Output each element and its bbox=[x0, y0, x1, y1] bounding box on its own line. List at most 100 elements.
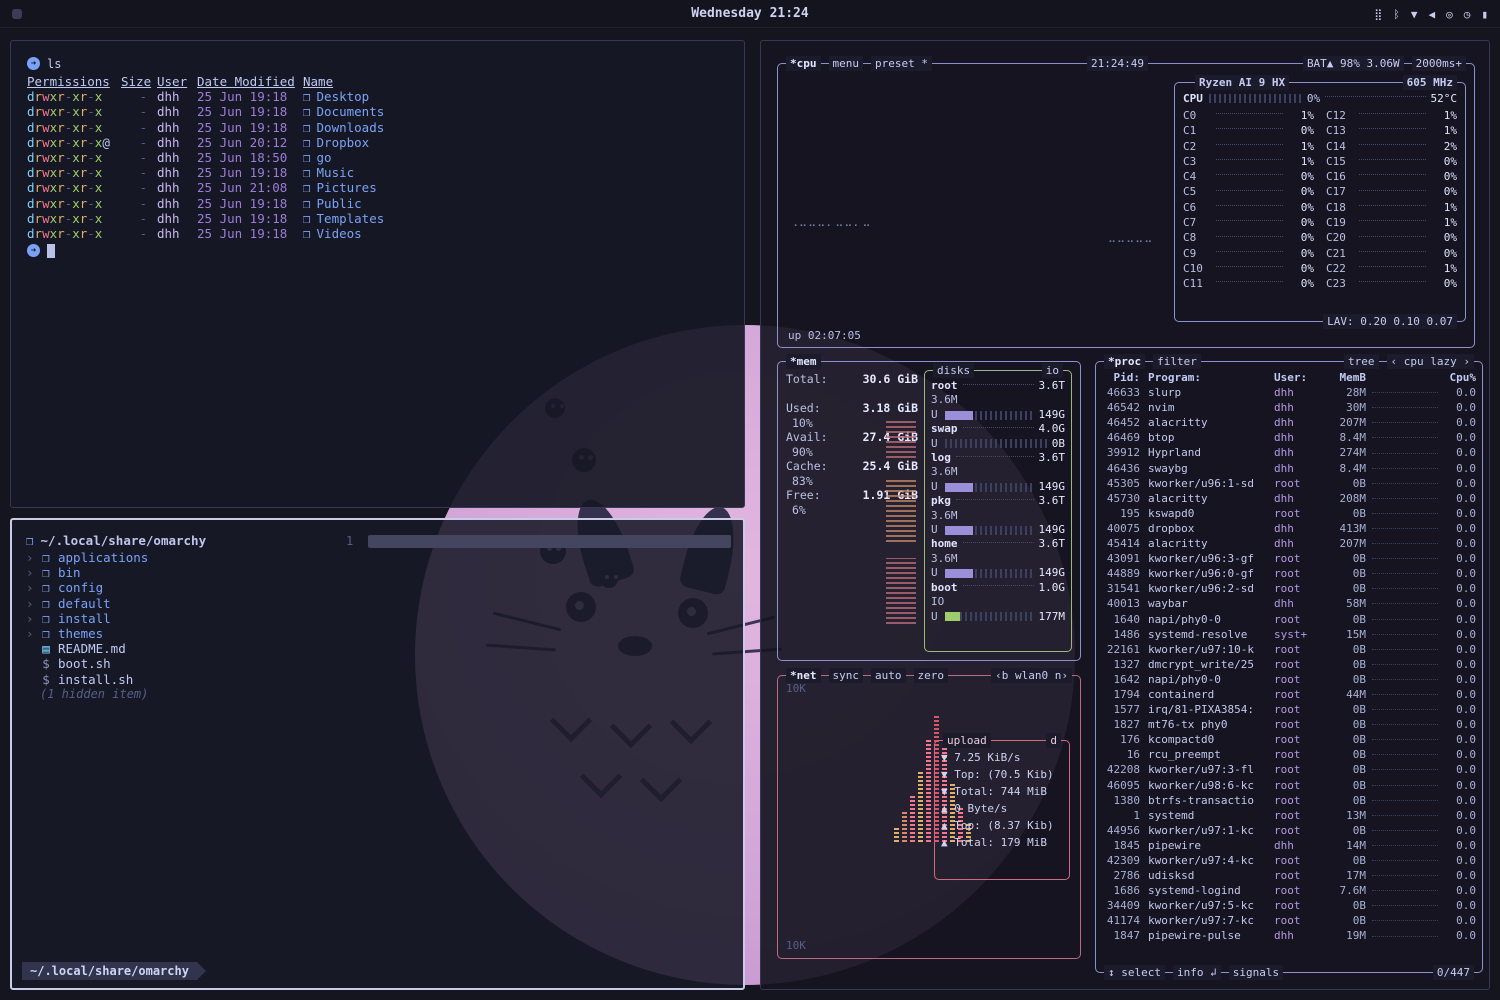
list-item[interactable]: › ❒ themes dir bbox=[26, 626, 729, 641]
proc-cpu-graph bbox=[1372, 513, 1438, 514]
list-item[interactable]: › ❒ applications dir bbox=[26, 550, 729, 565]
ls-row: drwxr-xr-x - dhh 25 Jun 19:18 ❒Downloads bbox=[27, 120, 728, 135]
list-item[interactable]: ▤ README.md file bbox=[26, 641, 729, 656]
prompt-icon: ➜ bbox=[27, 57, 40, 70]
tab-cpu[interactable]: *cpu bbox=[786, 56, 821, 71]
folder-icon: ❒ bbox=[303, 89, 311, 104]
io-toggle[interactable]: io bbox=[1042, 363, 1063, 378]
process-row[interactable]: 45730 alacritty dhh 208M 0.0 bbox=[1096, 491, 1482, 506]
disk-entry: root3.6T 3.6M U149G bbox=[931, 379, 1065, 422]
net-auto-button[interactable]: auto bbox=[871, 668, 906, 683]
folder-icon: ❒ bbox=[303, 165, 311, 180]
upload-label: upload bbox=[943, 733, 991, 748]
process-row[interactable]: 41174 kworker/u97:7-kc root 0B 0.0 bbox=[1096, 913, 1482, 928]
process-row[interactable]: 1327 dmcrypt_write/25 root 0B 0.0 bbox=[1096, 657, 1482, 672]
process-row[interactable]: 42208 kworker/u97:3-fl root 0B 0.0 bbox=[1096, 762, 1482, 777]
net-interface[interactable]: ‹b wlan0 n› bbox=[991, 668, 1072, 683]
text-cursor[interactable] bbox=[47, 244, 55, 258]
list-item[interactable]: › ❒ bin dir bbox=[26, 565, 729, 580]
core-row: C90% bbox=[1183, 246, 1314, 261]
chevron-right-icon: › bbox=[26, 626, 34, 641]
process-row[interactable]: 1827 mt76-tx phy0 root 0B 0.0 bbox=[1096, 717, 1482, 732]
process-row[interactable]: 39912 Hyprland dhh 274M 0.0 bbox=[1096, 445, 1482, 460]
cpu-box: *cpu menu preset * 21:24:49 BAT▲ 98% 3.0… bbox=[777, 63, 1475, 348]
process-row[interactable]: 1686 systemd-logind root 7.6M 0.0 bbox=[1096, 883, 1482, 898]
status-icon[interactable]: ◀ bbox=[1429, 8, 1436, 21]
process-row[interactable]: 46469 btop dhh 8.4M 0.0 bbox=[1096, 430, 1482, 445]
process-row[interactable]: 45414 alacritty dhh 207M 0.0 bbox=[1096, 536, 1482, 551]
list-item[interactable]: › ❒ install dir bbox=[26, 611, 729, 626]
process-row[interactable]: 1845 pipewire dhh 14M 0.0 bbox=[1096, 838, 1482, 853]
btop-window[interactable]: *cpu menu preset * 21:24:49 BAT▲ 98% 3.0… bbox=[760, 40, 1490, 990]
system-tray: ⣿ ᛒ ▼ ◀ ◎ ◷ ▮ bbox=[1374, 0, 1488, 28]
process-row[interactable]: 2786 udisksd root 17M 0.0 bbox=[1096, 868, 1482, 883]
status-icon[interactable]: ◷ bbox=[1464, 8, 1471, 21]
status-icon[interactable]: ▮ bbox=[1481, 8, 1488, 21]
process-row[interactable]: 42309 kworker/u97:4-kc root 0B 0.0 bbox=[1096, 853, 1482, 868]
process-row[interactable]: 1577 irq/81-PIXA3854: root 0B 0.0 bbox=[1096, 702, 1482, 717]
file-manager-window[interactable]: ❒ ~/.local/share/omarchy › ❒ application… bbox=[10, 518, 745, 990]
menu-button[interactable]: menu bbox=[829, 56, 864, 71]
process-row[interactable]: 40075 dropbox dhh 413M 0.0 bbox=[1096, 521, 1482, 536]
process-row[interactable]: 45305 kworker/u96:1-sd root 0B 0.0 bbox=[1096, 476, 1482, 491]
process-row[interactable]: 46633 slurp dhh 28M 0.0 bbox=[1096, 385, 1482, 400]
process-row[interactable]: 195 kswapd0 root 0B 0.0 bbox=[1096, 506, 1482, 521]
refresh-interval[interactable]: 2000ms+ bbox=[1412, 56, 1466, 71]
status-icon[interactable]: ᛒ bbox=[1393, 8, 1400, 21]
tab-mem[interactable]: *mem bbox=[786, 354, 821, 369]
signals-hint[interactable]: signals bbox=[1229, 965, 1283, 980]
process-row[interactable]: 44956 kworker/u97:1-kc root 0B 0.0 bbox=[1096, 823, 1482, 838]
process-row[interactable]: 46436 swaybg dhh 8.4M 0.0 bbox=[1096, 461, 1482, 476]
process-row[interactable]: 1794 containerd root 44M 0.0 bbox=[1096, 687, 1482, 702]
process-row[interactable]: 22161 kworker/u97:10-k root 0B 0.0 bbox=[1096, 642, 1482, 657]
proc-cpu-graph bbox=[1372, 800, 1438, 801]
proc-cpu-graph bbox=[1372, 603, 1438, 604]
tab-proc[interactable]: *proc bbox=[1104, 354, 1145, 369]
net-sync-button[interactable]: sync bbox=[829, 668, 864, 683]
preview-highlight[interactable] bbox=[368, 535, 731, 548]
proc-cpu-graph bbox=[1372, 498, 1438, 499]
process-row[interactable]: 43091 kworker/u96:3-gf root 0B 0.0 bbox=[1096, 551, 1482, 566]
process-count: 0/447 bbox=[1433, 965, 1474, 980]
process-row[interactable]: 40013 waybar dhh 58M 0.0 bbox=[1096, 596, 1482, 611]
process-row[interactable]: 16 rcu_preempt root 0B 0.0 bbox=[1096, 747, 1482, 762]
process-row[interactable]: 34409 kworker/u97:5-kc root 0B 0.0 bbox=[1096, 898, 1482, 913]
list-item[interactable]: $ install.sh script bbox=[26, 672, 729, 687]
process-row[interactable]: 1847 pipewire-pulse dhh 19M 0.0 bbox=[1096, 928, 1482, 943]
process-row[interactable]: 46542 nvim dhh 30M 0.0 bbox=[1096, 400, 1482, 415]
list-item[interactable]: › ❒ default dir bbox=[26, 596, 729, 611]
disk-entry: swap4.0G U0B bbox=[931, 422, 1065, 451]
process-row[interactable]: 1380 btrfs-transactio root 0B 0.0 bbox=[1096, 793, 1482, 808]
process-row[interactable]: 1642 napi/phy0-0 root 0B 0.0 bbox=[1096, 672, 1482, 687]
ls-row: drwxr-xr-x - dhh 25 Jun 19:18 ❒Music bbox=[27, 165, 728, 180]
sort-selector[interactable]: ‹ cpu lazy › bbox=[1387, 354, 1474, 369]
filter-button[interactable]: filter bbox=[1153, 354, 1201, 369]
process-row[interactable]: 44889 kworker/u96:0-gf root 0B 0.0 bbox=[1096, 566, 1482, 581]
terminal-window-ls[interactable]: ➜ ls Permissions Size User Date Modified… bbox=[10, 40, 745, 508]
info-hint[interactable]: info ↲ bbox=[1173, 965, 1221, 980]
core-row: C01% bbox=[1183, 108, 1314, 123]
process-row[interactable]: 46452 alacritty dhh 207M 0.0 bbox=[1096, 415, 1482, 430]
list-item[interactable]: › ❒ config dir bbox=[26, 580, 729, 595]
preset-button[interactable]: preset * bbox=[871, 56, 932, 71]
process-row[interactable]: 1640 napi/phy0-0 root 0B 0.0 bbox=[1096, 612, 1482, 627]
list-item[interactable]: $ boot.sh script bbox=[26, 656, 729, 671]
download-toggle[interactable]: d bbox=[1046, 733, 1061, 748]
process-row[interactable]: 1486 systemd-resolve syst+ 15M 0.0 bbox=[1096, 627, 1482, 642]
process-row[interactable]: 31541 kworker/u96:2-sd root 0B 0.0 bbox=[1096, 581, 1482, 596]
tree-toggle[interactable]: tree bbox=[1344, 354, 1379, 369]
preview-line-number: 1 bbox=[346, 534, 353, 548]
proc-cpu-graph bbox=[1372, 769, 1438, 770]
status-icon[interactable]: ⣿ bbox=[1374, 8, 1382, 21]
core-row: C142% bbox=[1326, 139, 1457, 154]
workspace-indicator[interactable] bbox=[12, 9, 22, 19]
status-icon[interactable]: ◎ bbox=[1446, 8, 1453, 21]
select-hint[interactable]: ↕ select bbox=[1104, 965, 1165, 980]
proc-cpu-graph bbox=[1372, 890, 1438, 891]
process-row[interactable]: 176 kcompactd0 root 0B 0.0 bbox=[1096, 732, 1482, 747]
process-row[interactable]: 46095 kworker/u98:6-kc root 0B 0.0 bbox=[1096, 778, 1482, 793]
process-row[interactable]: 1 systemd root 13M 0.0 bbox=[1096, 808, 1482, 823]
tab-net[interactable]: *net bbox=[786, 668, 821, 683]
net-zero-button[interactable]: zero bbox=[914, 668, 949, 683]
status-icon[interactable]: ▼ bbox=[1411, 8, 1418, 21]
